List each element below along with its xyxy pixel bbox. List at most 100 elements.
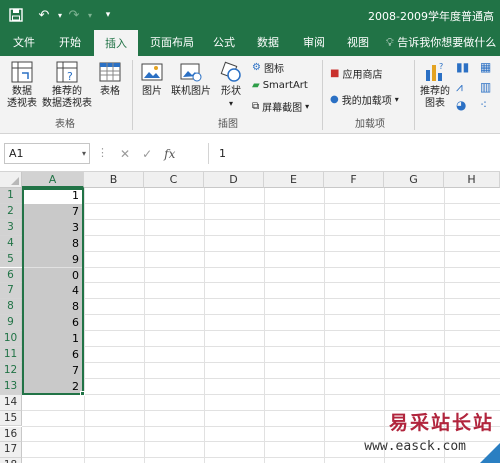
screenshot-dropdown-icon: ▾ bbox=[305, 102, 310, 111]
table-cell[interactable]: 0 bbox=[22, 267, 83, 284]
column-header-d[interactable]: D bbox=[204, 172, 264, 188]
table-cell[interactable]: 7 bbox=[22, 362, 83, 379]
column-header-e[interactable]: E bbox=[264, 172, 324, 188]
watermark-title: 易采站长站 bbox=[388, 412, 494, 434]
grid-line bbox=[264, 188, 265, 463]
table-cell[interactable]: 8 bbox=[22, 235, 83, 252]
active-cell[interactable]: 1 bbox=[22, 188, 83, 204]
row-header[interactable]: 16 bbox=[0, 426, 22, 443]
tab-insert[interactable]: 插入 bbox=[94, 30, 138, 56]
select-all-button[interactable] bbox=[0, 172, 22, 188]
group-addins-label: 加载项 bbox=[355, 119, 385, 130]
formula-bar-resize-handle[interactable]: ⋮ bbox=[97, 146, 108, 159]
row-header[interactable]: 4 bbox=[0, 235, 22, 252]
tab-formulas[interactable]: 公式 bbox=[206, 30, 242, 56]
table-cell[interactable]: 3 bbox=[22, 219, 83, 236]
icons-button[interactable]: ⚙ 图标 bbox=[252, 60, 284, 75]
smartart-button[interactable]: ▰ SmartArt bbox=[252, 80, 308, 91]
app-store-button[interactable]: ■ 应用商店 bbox=[330, 66, 382, 81]
row-header[interactable]: 12 bbox=[0, 362, 22, 379]
grid-line bbox=[22, 330, 500, 332]
formula-input[interactable]: 1 bbox=[208, 143, 500, 164]
row-header[interactable]: 15 bbox=[0, 410, 22, 427]
row-header[interactable]: 8 bbox=[0, 299, 22, 316]
app-store-label: 应用商店 bbox=[342, 70, 383, 81]
table-cell[interactable]: 8 bbox=[22, 299, 83, 316]
customize-quick-access-icon[interactable]: ▾ bbox=[98, 4, 118, 26]
table-cell[interactable]: 4 bbox=[22, 283, 83, 300]
pivot-table-button[interactable]: 数据 透视表 bbox=[4, 60, 40, 110]
row-header[interactable]: 10 bbox=[0, 331, 22, 347]
table-cell[interactable]: 2 bbox=[22, 378, 83, 395]
table-cell[interactable]: 6 bbox=[22, 347, 83, 363]
online-pictures-label: 联机图片 bbox=[171, 86, 211, 97]
statistic-chart-icon[interactable]: ▥ bbox=[480, 80, 491, 94]
row-header[interactable]: 13 bbox=[0, 378, 22, 395]
column-header-f[interactable]: F bbox=[324, 172, 384, 188]
watermark-corner bbox=[480, 443, 500, 463]
addins-icon: ● bbox=[330, 94, 339, 105]
screenshot-button[interactable]: ⧉ 屏幕截图 ▾ bbox=[252, 99, 309, 114]
pictures-button[interactable]: 图片 bbox=[138, 60, 166, 98]
table-cell[interactable]: 9 bbox=[22, 251, 83, 268]
row-header[interactable]: 7 bbox=[0, 283, 22, 300]
picture-icon bbox=[141, 63, 163, 81]
tab-page-layout[interactable]: 页面布局 bbox=[144, 30, 200, 56]
table-cell[interactable]: 7 bbox=[22, 203, 83, 220]
tell-me-search[interactable]: 💡︎ 告诉我你想要做什么 bbox=[386, 30, 496, 56]
column-header-h[interactable]: H bbox=[444, 172, 500, 188]
grid-line bbox=[22, 298, 500, 300]
row-header[interactable]: 3 bbox=[0, 219, 22, 236]
table-cell[interactable]: 1 bbox=[22, 331, 83, 347]
row-header[interactable]: 2 bbox=[0, 203, 22, 220]
formula-bar-buttons: ✕ ✓ fx bbox=[112, 143, 175, 164]
fill-handle[interactable] bbox=[80, 391, 85, 396]
row-header[interactable]: 11 bbox=[0, 347, 22, 363]
formula-bar: A1 ▾ ⋮ ✕ ✓ fx 1 bbox=[0, 134, 500, 172]
save-icon[interactable] bbox=[6, 4, 26, 26]
column-chart-icon[interactable]: ▮▮ bbox=[456, 60, 469, 74]
row-header[interactable]: 6 bbox=[0, 267, 22, 284]
tab-file[interactable]: 文件 bbox=[4, 30, 44, 56]
row-header[interactable]: 18 bbox=[0, 458, 22, 463]
row-header[interactable]: 17 bbox=[0, 442, 22, 459]
table-button[interactable]: 表格 bbox=[96, 60, 124, 98]
line-chart-icon[interactable]: ⩘ bbox=[456, 80, 463, 95]
enter-check-icon[interactable]: ✓ bbox=[142, 147, 152, 161]
row-header[interactable]: 9 bbox=[0, 315, 22, 332]
recommended-pivot-button[interactable]: ? 推荐的 数据透视表 bbox=[40, 60, 94, 110]
tab-home[interactable]: 开始 bbox=[50, 30, 90, 56]
tab-review[interactable]: 审阅 bbox=[296, 30, 332, 56]
insert-function-icon[interactable]: fx bbox=[164, 147, 175, 161]
hierarchy-chart-icon[interactable]: ▦ bbox=[480, 60, 491, 74]
grid-line bbox=[22, 282, 500, 284]
shapes-button[interactable]: 形状 ▾ bbox=[216, 60, 246, 110]
smartart-label: SmartArt bbox=[262, 80, 308, 91]
shapes-icon bbox=[220, 61, 241, 82]
row-header[interactable]: 14 bbox=[0, 394, 22, 411]
recommended-charts-button[interactable]: ? 推荐的 图表 bbox=[418, 60, 452, 110]
grid-line bbox=[22, 393, 500, 395]
column-header-a[interactable]: A bbox=[22, 172, 84, 188]
row-header[interactable]: 5 bbox=[0, 251, 22, 268]
pie-chart-icon[interactable]: ◕ bbox=[456, 98, 466, 112]
row-header[interactable]: 1 bbox=[0, 188, 22, 204]
online-pictures-button[interactable]: 联机图片 bbox=[168, 60, 214, 98]
tab-view[interactable]: 视图 bbox=[340, 30, 376, 56]
my-addins-button[interactable]: ● 我的加载项 ▾ bbox=[330, 92, 399, 107]
pivot-table-label: 数据 透视表 bbox=[7, 86, 37, 109]
scatter-chart-icon[interactable]: ⁖ bbox=[480, 98, 487, 112]
column-header-g[interactable]: G bbox=[384, 172, 444, 188]
name-box[interactable]: A1 ▾ bbox=[4, 143, 90, 164]
column-header-c[interactable]: C bbox=[144, 172, 204, 188]
icons-label: 图标 bbox=[263, 64, 284, 75]
name-box-dropdown-icon[interactable]: ▾ bbox=[82, 144, 86, 163]
column-header-b[interactable]: B bbox=[84, 172, 144, 188]
grid-line bbox=[22, 218, 500, 220]
redo-dropdown-icon[interactable]: ▾ bbox=[80, 4, 100, 26]
pictures-label: 图片 bbox=[142, 86, 162, 97]
tab-data[interactable]: 数据 bbox=[250, 30, 286, 56]
cancel-icon[interactable]: ✕ bbox=[120, 147, 130, 161]
grid-line bbox=[22, 234, 500, 236]
table-cell[interactable]: 6 bbox=[22, 315, 83, 332]
